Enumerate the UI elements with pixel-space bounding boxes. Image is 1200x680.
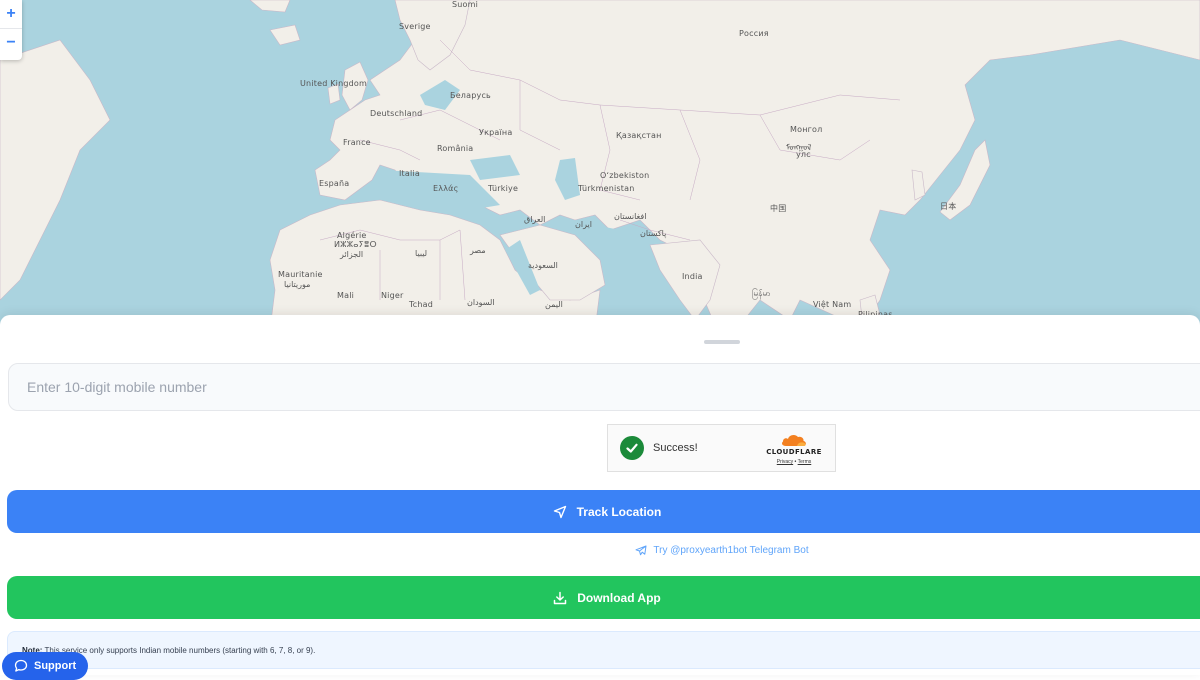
link-separator: • <box>794 459 797 465</box>
zoom-in-button[interactable]: + <box>0 0 22 28</box>
map-label-deutschland: Deutschland <box>370 109 423 118</box>
map-label-mongolia-uls: улс <box>796 150 811 159</box>
zoom-out-button[interactable]: − <box>0 28 22 56</box>
map-label-iran: ایران <box>575 220 592 229</box>
map-label-china: 中国 <box>770 204 787 213</box>
support-button[interactable]: Support <box>2 652 89 680</box>
map-label-france: France <box>343 138 371 147</box>
map-label-myanmar: မြန်မာ <box>752 289 771 298</box>
map-label-mauritanie-arabic: موريتانيا <box>284 280 311 289</box>
map-label-belarus: Беларусь <box>450 91 491 100</box>
cloudflare-cloud-icon <box>782 435 806 446</box>
track-location-button[interactable]: Track Location <box>7 490 1200 533</box>
map-label-sudan: السودان <box>467 298 495 307</box>
map-label-turkiye: Türkiye <box>488 184 519 193</box>
drag-handle[interactable] <box>704 340 740 344</box>
cloudflare-wordmark: CLOUDFLARE <box>766 448 822 456</box>
map-zoom-control: + − <box>0 0 22 60</box>
map-label-mauritanie: Mauritanie <box>278 270 323 279</box>
download-app-label: Download App <box>577 590 661 605</box>
map-label-turkmenistan: Türkmenistan <box>578 184 635 193</box>
navigation-arrow-icon <box>553 505 566 518</box>
map-label-niger: Niger <box>381 291 404 300</box>
map-label-iraq: العراق <box>524 215 546 224</box>
support-label: Support <box>34 660 77 672</box>
map-label-algerie-tifinagh: ⵍⵣⵣⴰⵢⴻⵔ <box>334 240 377 249</box>
map-label-india: India <box>682 272 703 281</box>
telegram-bot-label: Try @proxyearth1bot Telegram Bot <box>653 545 809 556</box>
cloudflare-logo: CLOUDFLARE Privacy • Terms <box>765 433 823 465</box>
map-label-italia: Italia <box>399 169 420 178</box>
map-label-japan: 日本 <box>940 202 957 211</box>
cloudflare-links: Privacy • Terms <box>765 459 823 465</box>
map-label-mongolia: Монгол <box>790 125 823 134</box>
map-label-yemen: اليمن <box>545 300 563 309</box>
map-label-rossiya: Россия <box>739 29 769 38</box>
bottom-sheet: Success! CLOUDFLARE Privacy • Terms Trac… <box>0 315 1200 675</box>
note-text: This service only supports Indian mobile… <box>42 646 316 655</box>
track-location-label: Track Location <box>576 504 662 519</box>
telegram-send-icon <box>635 545 647 556</box>
cloudflare-turnstile[interactable]: Success! CLOUDFLARE Privacy • Terms <box>607 424 836 472</box>
map-label-egypt: مصر <box>470 246 486 255</box>
map-label-ellada: Ελλάς <box>433 184 459 193</box>
download-icon <box>553 591 567 604</box>
map-label-vietnam: Việt Nam <box>813 300 852 309</box>
mobile-number-input[interactable] <box>8 363 1200 411</box>
telegram-bot-link[interactable]: Try @proxyearth1bot Telegram Bot <box>0 545 1200 556</box>
map-label-pakistan: پاکستان <box>640 229 667 238</box>
service-note: Note: This service only supports Indian … <box>7 631 1200 669</box>
captcha-status: Success! <box>653 442 698 454</box>
map-label-saudi: السعودية <box>528 261 558 270</box>
world-map[interactable]: Sverige Suomi Россия United Kingdom Бела… <box>0 0 1200 330</box>
terms-link[interactable]: Terms <box>798 459 812 465</box>
map-label-suomi: Suomi <box>452 0 479 9</box>
map-label-espana: España <box>319 179 350 188</box>
privacy-link[interactable]: Privacy <box>777 459 793 465</box>
map-label-sverige: Sverige <box>399 22 431 31</box>
chat-bubble-icon <box>14 659 28 672</box>
map-label-kazakhstan: Қазақстан <box>616 131 662 140</box>
map-landmass <box>0 0 1200 330</box>
map-label-libya: ليبيا <box>415 249 428 258</box>
download-app-button[interactable]: Download App <box>7 576 1200 619</box>
map-label-afghanistan: افغانستان <box>614 212 647 221</box>
map-label-romania: România <box>437 144 474 153</box>
map-label-uk: United Kingdom <box>300 79 368 88</box>
map-label-mali: Mali <box>337 291 355 300</box>
map-label-algerie: Algérie <box>337 231 367 240</box>
map-label-uzbekistan: Oʻzbekiston <box>600 171 650 180</box>
success-check-icon <box>620 436 644 460</box>
map-label-tchad: Tchad <box>409 300 433 309</box>
map-label-algerie-arabic: الجزائر <box>340 250 364 259</box>
map-label-ukraina: Україна <box>479 128 513 137</box>
